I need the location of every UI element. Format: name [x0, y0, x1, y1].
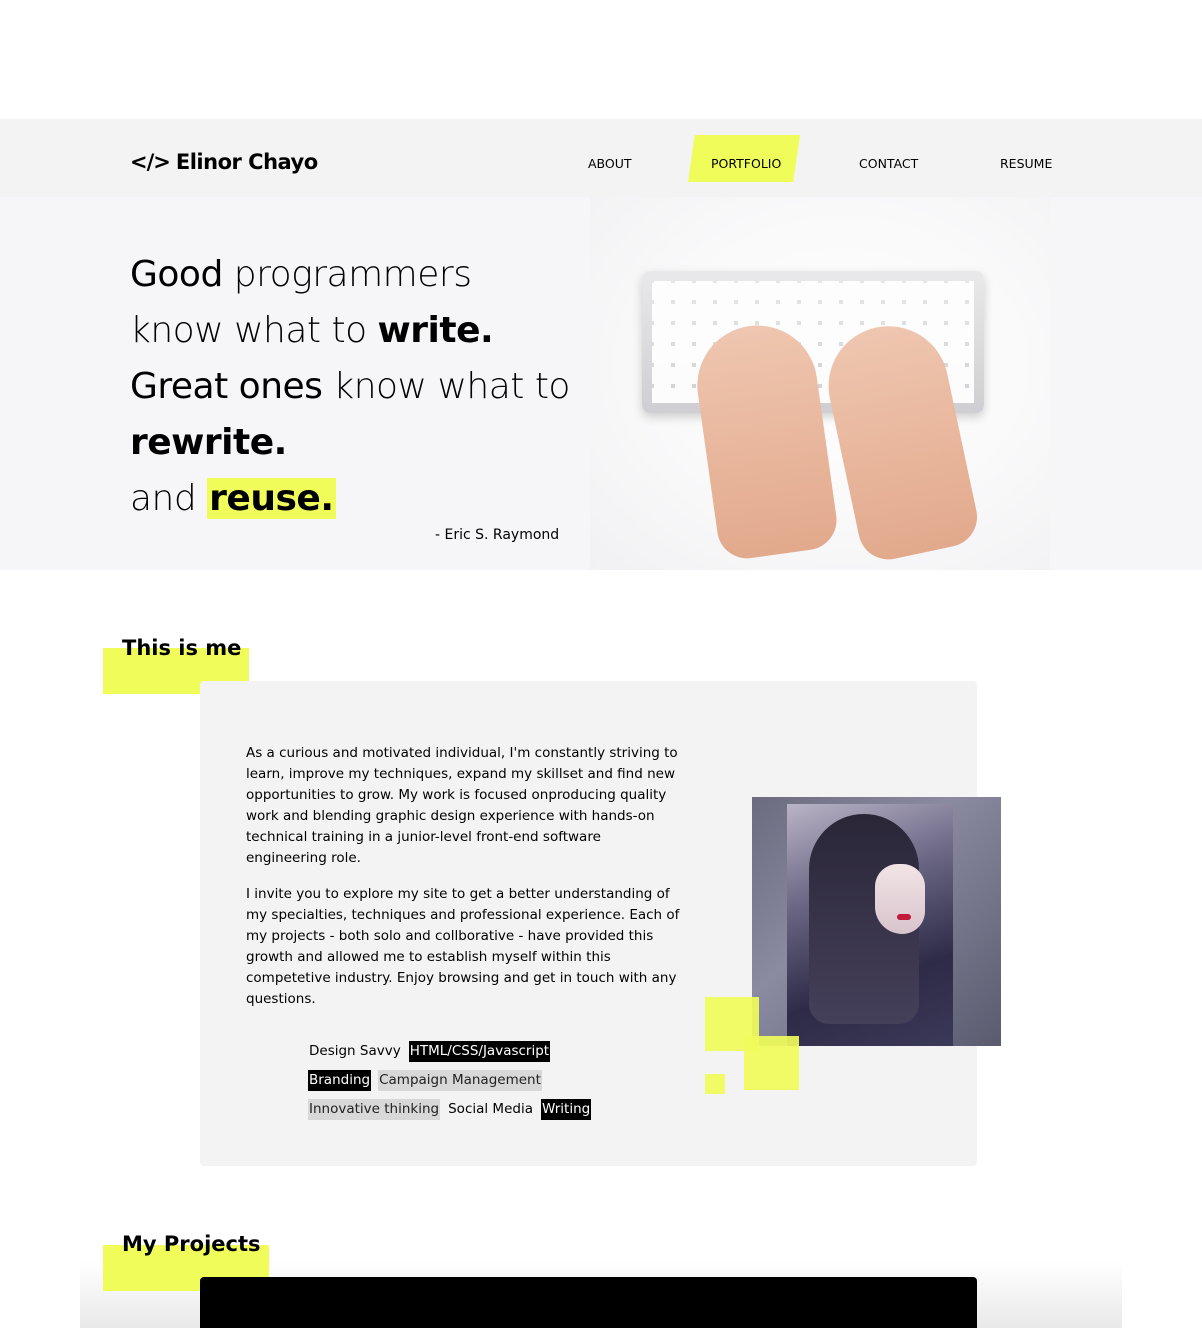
decorative-square: [705, 1074, 725, 1094]
skill-tag: HTML/CSS/Javascript: [408, 1041, 551, 1062]
skill-tag: Writing: [540, 1099, 592, 1120]
quote-word: write.: [377, 310, 494, 351]
nav-link-portfolio[interactable]: PORTFOLIO: [711, 156, 781, 171]
about-paragraph: As a curious and motivated individual, I…: [246, 745, 678, 866]
nav-link-resume[interactable]: RESUME: [1000, 156, 1052, 171]
profile-photo: [752, 797, 1001, 1046]
quote-word: know what to: [322, 366, 570, 407]
profile-photo-inner: [787, 804, 953, 1046]
skills-list: Design Savvy HTML/CSS/Javascript Brandin…: [308, 1041, 638, 1128]
projects-carousel[interactable]: [200, 1277, 977, 1328]
quote-word: Great ones: [130, 366, 323, 407]
quote-attribution: - Eric S. Raymond: [435, 527, 560, 543]
quote-word: know what to: [130, 310, 378, 351]
skills-row: Branding Campaign Management: [308, 1070, 638, 1091]
skill-tag: Campaign Management: [378, 1070, 542, 1091]
quote-word: and: [130, 478, 208, 519]
hero-quote: Good programmers know what to write. Gre…: [130, 247, 610, 527]
skills-row: Innovative thinking Social Media Writing: [308, 1099, 638, 1120]
quote-word: programmers: [222, 254, 472, 295]
site-name: Elinor Chayo: [175, 150, 318, 174]
code-brackets-icon: </>: [130, 150, 171, 174]
skill-tag: Design Savvy: [309, 1043, 401, 1059]
heading-text: My: [122, 1232, 164, 1256]
about-heading: This is me: [122, 636, 241, 660]
heading-text-bold: Projects: [163, 1232, 261, 1256]
heading-text-bold: me: [205, 636, 242, 660]
heading-text: This is: [122, 636, 206, 660]
skills-row: Design Savvy HTML/CSS/Javascript: [308, 1041, 638, 1062]
site-header: </> Elinor Chayo ABOUT PORTFOLIO CONTACT…: [0, 119, 1202, 197]
nav-link-contact[interactable]: CONTACT: [859, 156, 918, 171]
skill-tag: Social Media: [448, 1101, 533, 1117]
skill-tag: Branding: [308, 1070, 372, 1091]
projects-heading: My Projects: [122, 1232, 261, 1256]
nav-link-about[interactable]: ABOUT: [588, 156, 632, 171]
quote-highlight: reuse.: [207, 478, 336, 519]
hero-section: Good programmers know what to write. Gre…: [0, 197, 1202, 570]
decorative-square: [744, 1036, 799, 1090]
site-logo[interactable]: </> Elinor Chayo: [130, 150, 318, 174]
quote-word: rewrite.: [130, 422, 287, 463]
skill-tag: Innovative thinking: [308, 1099, 441, 1120]
about-text: As a curious and motivated individual, I…: [246, 743, 682, 1025]
hero-keyboard-image: [590, 197, 1050, 570]
quote-word: Good: [130, 254, 223, 295]
about-paragraph: I invite you to explore my site to get a…: [246, 886, 680, 1007]
